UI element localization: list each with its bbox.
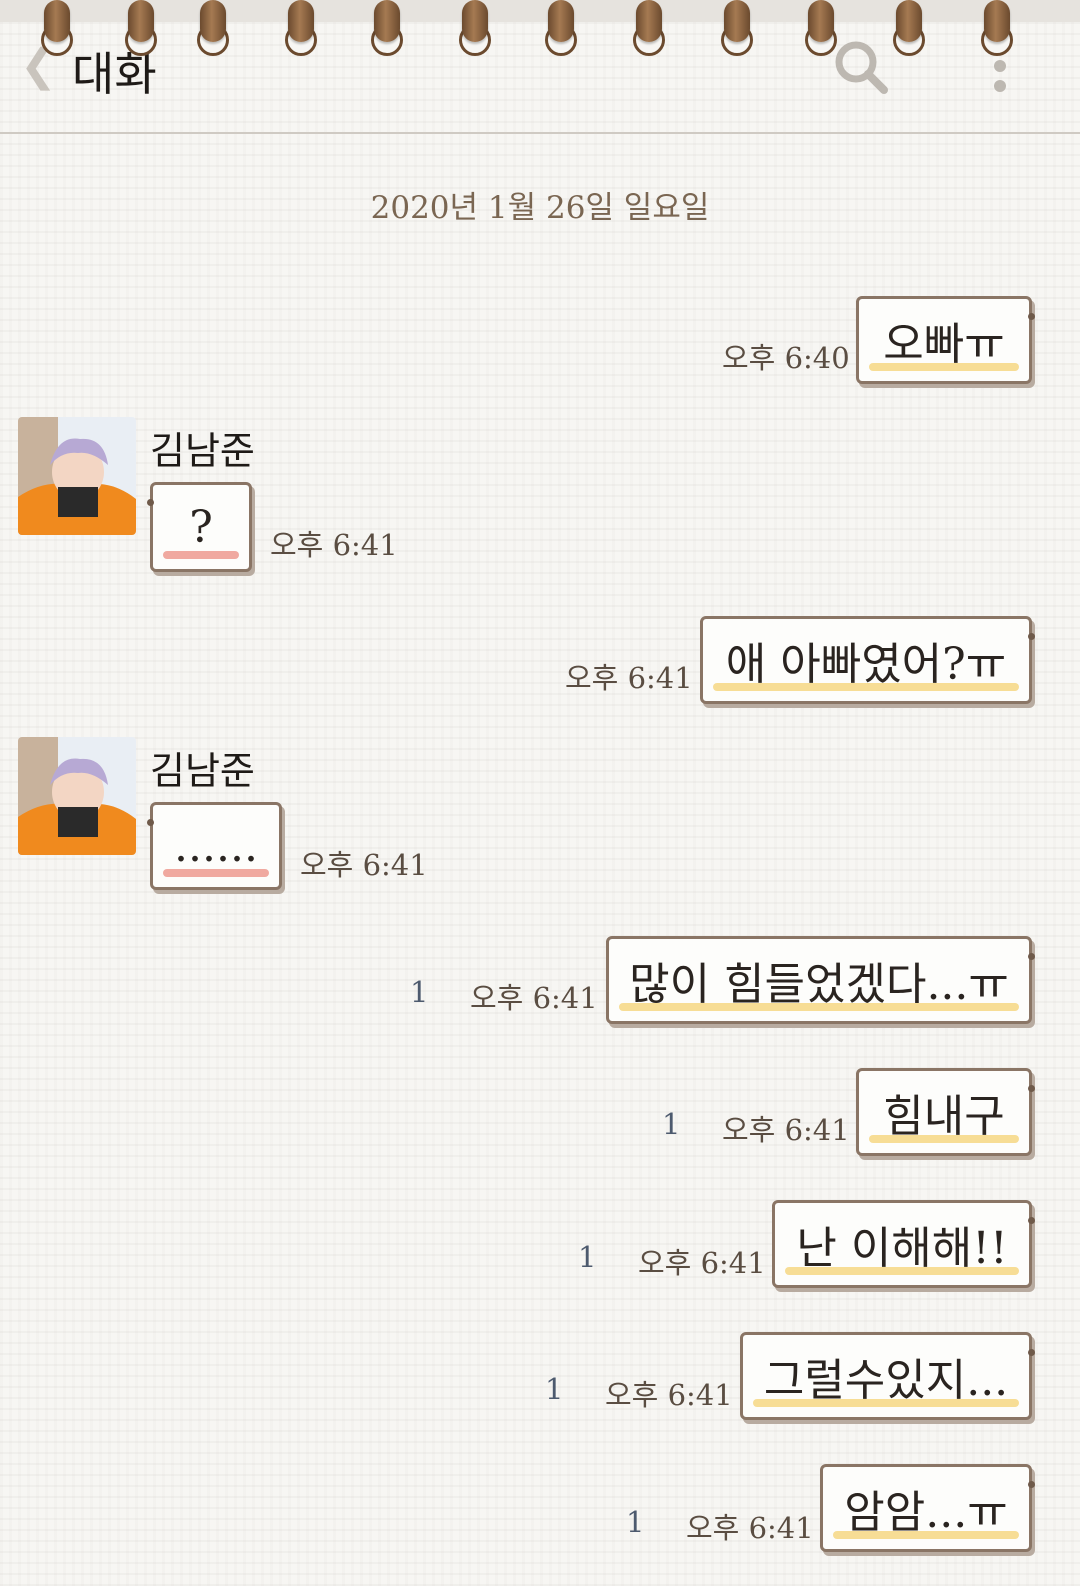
- sender-name: 김남준: [150, 749, 255, 793]
- chat-bubble-mine[interactable]: 그럴수있지...: [740, 1332, 1035, 1420]
- binding-ring: [462, 0, 488, 42]
- chat-bubble-mine[interactable]: 난 이해해!!: [772, 1200, 1035, 1288]
- chat-bubble-mine[interactable]: 애 아빠였어?ㅠ: [700, 616, 1035, 704]
- binding-ring: [896, 0, 922, 42]
- chat-bubble-mine[interactable]: 힘내구: [856, 1068, 1035, 1156]
- bubble-pin: [1028, 633, 1035, 640]
- binding-ring: [374, 0, 400, 42]
- bubble-pin: [1028, 953, 1035, 960]
- bubble-underline: [163, 869, 269, 877]
- binding-ring: [984, 0, 1010, 42]
- message-time: 오후 6:41: [686, 1511, 814, 1545]
- search-icon[interactable]: [832, 38, 890, 96]
- message-time: 오후 6:41: [605, 1378, 733, 1412]
- binding-ring: [128, 0, 154, 42]
- bubble-underline: [619, 1003, 1019, 1011]
- message-time: 오후 6:41: [565, 661, 693, 695]
- unread-count: 1: [578, 1240, 597, 1274]
- bubble-pin: [1028, 1217, 1035, 1224]
- bubble-pin: [1028, 1481, 1035, 1488]
- binding-ring: [808, 0, 834, 42]
- bubble-underline: [869, 1135, 1019, 1143]
- chat-bubble-mine[interactable]: 암암...ㅠ: [820, 1464, 1035, 1552]
- unread-count: 1: [626, 1505, 645, 1539]
- binding-ring: [200, 0, 226, 42]
- chat-bubble-theirs[interactable]: ......: [147, 802, 282, 890]
- message-time: 오후 6:40: [722, 341, 850, 375]
- bubble-underline: [833, 1531, 1019, 1539]
- message-text: ?: [189, 501, 213, 553]
- binding-ring: [724, 0, 750, 42]
- chat-bubble-mine[interactable]: 많이 힘들었겠다...ㅠ: [606, 936, 1035, 1024]
- bubble-underline: [785, 1267, 1019, 1275]
- bubble-pin: [147, 819, 154, 826]
- avatar[interactable]: [18, 737, 136, 855]
- message-time: 오후 6:41: [470, 981, 598, 1015]
- bubble-pin: [1028, 1085, 1035, 1092]
- bubble-underline: [713, 683, 1019, 691]
- bubble-pin: [1028, 313, 1035, 320]
- message-time: 오후 6:41: [270, 528, 398, 562]
- unread-count: 1: [410, 975, 429, 1009]
- bubble-underline: [753, 1399, 1019, 1407]
- bubble-pin: [1028, 1349, 1035, 1356]
- date-divider: 2020년 1월 26일 일요일: [370, 190, 710, 226]
- message-time: 오후 6:41: [722, 1113, 850, 1147]
- binding-ring: [636, 0, 662, 42]
- chat-bubble-mine[interactable]: 오빠ㅠ: [856, 296, 1035, 384]
- unread-count: 1: [545, 1372, 564, 1406]
- binding-ring: [548, 0, 574, 42]
- bubble-pin: [147, 499, 154, 506]
- message-time: 오후 6:41: [638, 1246, 766, 1280]
- unread-count: 1: [662, 1107, 681, 1141]
- message-time: 오후 6:41: [300, 848, 428, 882]
- binding-ring: [288, 0, 314, 42]
- chat-bubble-theirs[interactable]: ?: [147, 482, 252, 572]
- avatar[interactable]: [18, 417, 136, 535]
- message-text: ......: [174, 820, 258, 872]
- sender-name: 김남준: [150, 429, 255, 473]
- bubble-underline: [163, 551, 239, 559]
- bubble-underline: [869, 363, 1019, 371]
- binding-ring: [44, 0, 70, 42]
